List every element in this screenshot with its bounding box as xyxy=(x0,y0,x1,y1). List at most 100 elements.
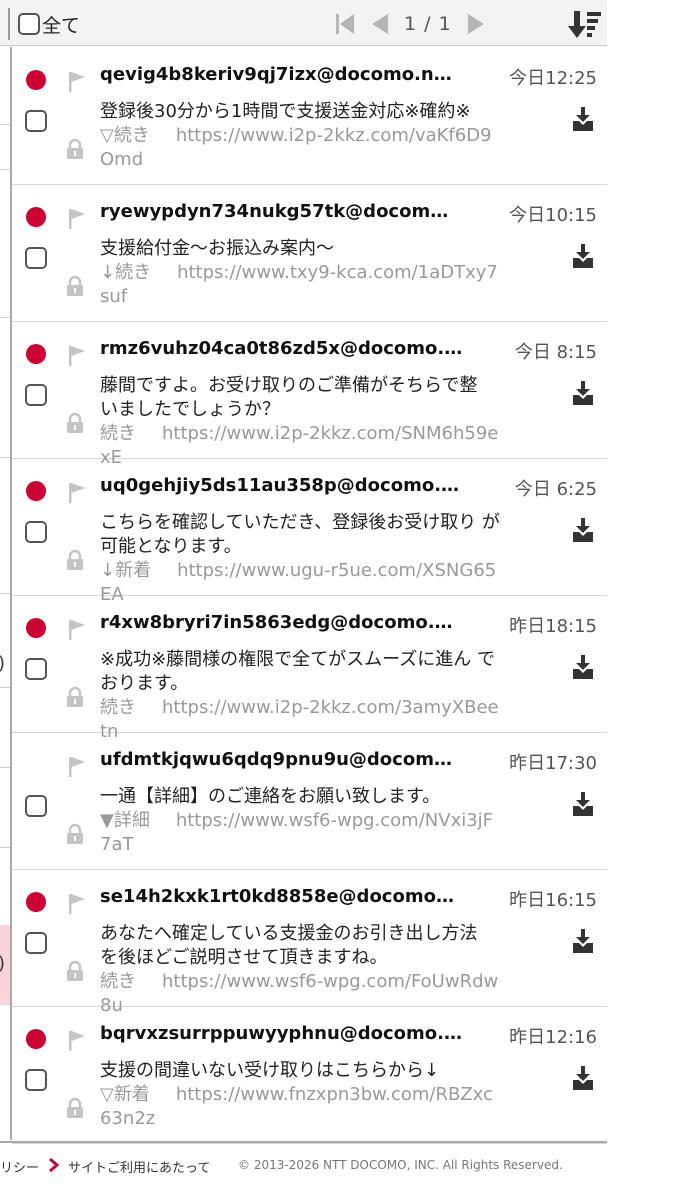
message-subject: 支援の間違いない受け取りはこちらから↓ xyxy=(100,1060,440,1081)
lock-icon[interactable] xyxy=(64,686,86,708)
message-checkbox[interactable] xyxy=(25,795,47,817)
prev-page-icon[interactable] xyxy=(370,12,390,36)
preview-tag: 続き xyxy=(100,423,136,444)
unread-dot-icon xyxy=(26,892,46,912)
lock-icon[interactable] xyxy=(64,275,86,297)
message-checkbox[interactable] xyxy=(25,384,47,406)
sort-icon[interactable] xyxy=(568,8,602,40)
sender-address: ryewypdyn734nukg57tk@docom… xyxy=(100,201,449,222)
message-subject: 登録後30分から1時間で支援送金対応※確約※ xyxy=(100,101,471,122)
lock-icon[interactable] xyxy=(64,138,86,160)
divider xyxy=(0,124,10,125)
divider xyxy=(0,317,10,318)
download-icon[interactable] xyxy=(571,106,595,132)
download-icon[interactable] xyxy=(571,654,595,680)
message-subject: あなたへ確定している支援金のお引き出し方法 を後ほどご説明させて頂きますね。 xyxy=(100,923,478,968)
flag-icon[interactable] xyxy=(68,1030,86,1052)
message-checkbox[interactable] xyxy=(25,1069,47,1091)
download-icon[interactable] xyxy=(571,517,595,543)
select-all-checkbox[interactable]: 全て xyxy=(18,12,81,37)
flag-icon[interactable] xyxy=(68,208,86,230)
download-icon[interactable] xyxy=(571,243,595,269)
message-row[interactable]: r4xw8bryri7in5863edg@docomo.… 昨日18:15 ※成功※… xyxy=(12,596,607,742)
received-time: 今日 6:25 xyxy=(514,479,597,500)
divider xyxy=(0,847,10,848)
message-preview: ▼詳細 https://www.wsf6-wpg.com/NVxi3jF7aT xyxy=(100,809,500,857)
preview-tag: ▽新着 xyxy=(100,1084,150,1105)
message-row[interactable]: qevig4b8keriv9qj7izx@docomo.n… 今日12:25 登録後… xyxy=(12,48,607,185)
message-checkbox[interactable] xyxy=(25,110,47,132)
unread-dot-icon xyxy=(26,1029,46,1049)
divider xyxy=(0,687,10,688)
terms-link[interactable]: サイトご利用にあたって xyxy=(68,1157,210,1176)
message-subject: こちらを確認していただき、登録後お受け取り が可能となります。 xyxy=(100,512,500,557)
list-toolbar: 全て 1 / 1 xyxy=(0,0,607,46)
sender-address: r4xw8bryri7in5863edg@docomo.… xyxy=(100,612,453,633)
sender-address: uq0gehjiy5ds11au358p@docomo.… xyxy=(100,475,460,496)
sender-address: rmz6vuhz04ca0t86zd5x@docomo.… xyxy=(100,338,463,359)
copyright: © 2013-2026 NTT DOCOMO, INC. All Rights … xyxy=(238,1158,563,1172)
left-pane-text: ) xyxy=(0,653,5,674)
sender-address: bqrvxzsurrppuwyyphnu@docomo.… xyxy=(100,1023,463,1044)
sender-address: qevig4b8keriv9qj7izx@docomo.n… xyxy=(100,64,452,85)
received-time: 今日12:25 xyxy=(509,68,597,89)
message-list: qevig4b8keriv9qj7izx@docomo.n… 今日12:25 登録後… xyxy=(12,48,607,1144)
flag-icon[interactable] xyxy=(68,893,86,915)
lock-icon[interactable] xyxy=(64,823,86,845)
download-icon[interactable] xyxy=(571,380,595,406)
message-row[interactable]: uq0gehjiy5ds11au358p@docomo.… 今日 6:25 こちらを… xyxy=(12,459,607,605)
lock-icon[interactable] xyxy=(64,1097,86,1119)
download-icon[interactable] xyxy=(571,928,595,954)
message-checkbox[interactable] xyxy=(25,932,47,954)
message-body: ※成功※藤間様の権限で全てがスムーズに進ん でおります。 続き https://ww… xyxy=(100,648,500,744)
message-row[interactable]: rmz6vuhz04ca0t86zd5x@docomo.… 今日 8:15 藤間です… xyxy=(12,322,607,468)
lock-icon[interactable] xyxy=(64,960,86,982)
divider xyxy=(0,169,10,170)
message-checkbox[interactable] xyxy=(25,247,47,269)
unread-dot-icon xyxy=(26,618,46,638)
toolbar-edge-divider xyxy=(8,8,10,40)
divider xyxy=(0,593,10,594)
page-indicator: 1 / 1 xyxy=(404,13,452,35)
lock-icon[interactable] xyxy=(64,549,86,571)
flag-icon[interactable] xyxy=(68,756,86,778)
message-preview: ↓続き https://www.txy9-kca.com/1aDTxy7suf xyxy=(100,261,500,309)
preview-tag: ▼詳細 xyxy=(100,810,150,831)
footer: リシー サイトご利用にあたって © 2013-2026 NTT DOCOMO, … xyxy=(0,1141,607,1191)
message-checkbox[interactable] xyxy=(25,658,47,680)
lock-icon[interactable] xyxy=(64,412,86,434)
select-all-label: 全て xyxy=(42,14,81,37)
first-page-icon[interactable] xyxy=(334,12,356,36)
unread-dot-icon xyxy=(26,70,46,90)
received-time: 昨日12:16 xyxy=(509,1027,597,1048)
download-icon[interactable] xyxy=(571,791,595,817)
message-row[interactable]: bqrvxzsurrppuwyyphnu@docomo.… 昨日12:16 支援の間… xyxy=(12,1007,607,1144)
flag-icon[interactable] xyxy=(68,482,86,504)
message-subject: 一通【詳細】のご連絡をお願い致します。 xyxy=(100,786,441,807)
message-body: 支援の間違いない受け取りはこちらから↓ ▽新着 https://www.fnzxpn… xyxy=(100,1059,500,1131)
next-page-icon[interactable] xyxy=(466,12,486,36)
received-time: 昨日18:15 xyxy=(509,616,597,637)
preview-tag: 続き xyxy=(100,697,136,718)
message-checkbox[interactable] xyxy=(25,521,47,543)
message-body: こちらを確認していただき、登録後お受け取り が可能となります。 ↓新着 https:… xyxy=(100,511,500,607)
download-icon[interactable] xyxy=(571,1065,595,1091)
message-body: 一通【詳細】のご連絡をお願い致します。 ▼詳細 https://www.wsf6-w… xyxy=(100,785,500,857)
message-row[interactable]: se14h2kxk1rt0kd8858e@docomo… 昨日16:15 あなたへ確… xyxy=(12,870,607,1016)
flag-icon[interactable] xyxy=(68,619,86,641)
preview-url: https://www.i2p-2kkz.com/vaKf6D9Omd xyxy=(100,125,492,170)
preview-url: https://www.txy9-kca.com/1aDTxy7suf xyxy=(100,262,498,307)
message-body: 支援給付金～お振込み案内～ ↓続き https://www.txy9-kca.com… xyxy=(100,237,500,309)
preview-url: https://www.fnzxpn3bw.com/RBZxc63n2z xyxy=(100,1084,493,1129)
divider xyxy=(0,457,10,458)
flag-icon[interactable] xyxy=(68,345,86,367)
checkbox-box[interactable] xyxy=(18,13,40,35)
message-row[interactable]: ufdmtkjqwu6qdq9pnu9u@docom… 昨日17:30 一通【詳細】… xyxy=(12,733,607,870)
policy-link[interactable]: リシー xyxy=(0,1157,39,1176)
preview-tag: ↓続き xyxy=(100,262,152,283)
message-row[interactable]: ryewypdyn734nukg57tk@docom… 今日10:15 支援給付金～… xyxy=(12,185,607,322)
preview-url: https://www.wsf6-wpg.com/NVxi3jF7aT xyxy=(100,810,494,855)
message-body: あなたへ確定している支援金のお引き出し方法 を後ほどご説明させて頂きますね。 続き… xyxy=(100,922,500,1018)
unread-dot-icon xyxy=(26,481,46,501)
flag-icon[interactable] xyxy=(68,71,86,93)
